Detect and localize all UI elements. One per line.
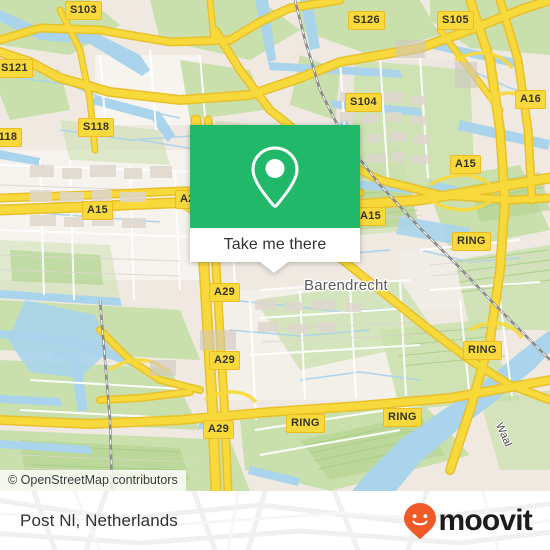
road-shield: RING	[463, 341, 502, 360]
road-shield: A29	[209, 283, 241, 302]
moovit-pin-icon	[404, 502, 437, 539]
road-shield: S126	[348, 11, 385, 30]
road-shield: S121	[0, 59, 33, 78]
road-shield: A15	[450, 155, 482, 174]
road-shield: S118	[0, 128, 23, 147]
map-attribution[interactable]: © OpenStreetMap contributors	[0, 470, 186, 491]
moovit-map-screen: S103 S126 S105 S121 S104 A16 S118 S118 A…	[0, 0, 550, 550]
destination-popup[interactable]: Take me there	[190, 125, 360, 273]
take-me-there-label: Take me there	[223, 236, 327, 253]
road-shield: S104	[345, 93, 382, 112]
road-shield: A15	[82, 201, 114, 220]
moovit-logo[interactable]: moovit	[403, 502, 533, 540]
road-shield: A29	[209, 351, 241, 370]
road-shield: S118	[78, 118, 115, 137]
road-shield: A16	[515, 90, 547, 109]
road-shield: RING	[383, 408, 422, 427]
popup-tail	[260, 262, 288, 273]
location-pin-icon	[251, 145, 299, 208]
road-shield: A29	[203, 420, 235, 439]
road-shield: S103	[65, 1, 102, 20]
place-label-barendrecht: Barendrecht	[304, 277, 388, 294]
bottom-bar: Post Nl, Netherlands moovit	[0, 491, 550, 550]
page-title: Post Nl, Netherlands	[20, 510, 178, 530]
road-shield: RING	[286, 414, 325, 433]
map-canvas[interactable]: S103 S126 S105 S121 S104 A16 S118 S118 A…	[0, 0, 550, 491]
road-shield: S105	[437, 11, 474, 30]
popup-action-area[interactable]: Take me there	[190, 228, 360, 262]
popup-icon-area	[190, 125, 360, 228]
moovit-wordmark: moovit	[438, 503, 532, 537]
road-shield: RING	[452, 232, 491, 251]
